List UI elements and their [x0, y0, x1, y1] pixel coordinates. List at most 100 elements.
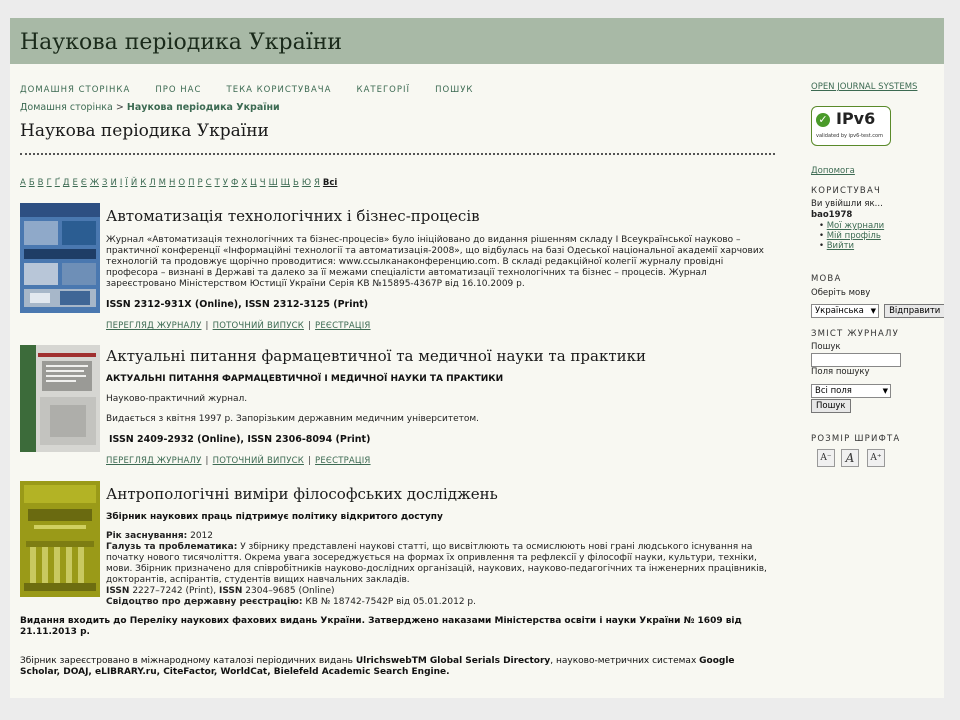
- journal-title[interactable]: Автоматизація технологічних і бізнес-про…: [106, 207, 776, 225]
- alphabet-letter[interactable]: Е: [73, 178, 78, 188]
- breadcrumb-home[interactable]: Домашня сторінка: [20, 102, 113, 113]
- alphabet-letter[interactable]: Щ: [281, 178, 290, 188]
- journal-line: Науково-практичний журнал.: [106, 394, 248, 404]
- alphabet-letter[interactable]: Є: [81, 178, 87, 188]
- ojs-link[interactable]: OPEN JOURNAL SYSTEMS: [811, 82, 917, 92]
- ojs-link-wrap: OPEN JOURNAL SYSTEMS: [811, 74, 917, 93]
- alphabet-letter[interactable]: Т: [215, 178, 220, 188]
- alphabet-letter[interactable]: Ш: [269, 178, 278, 188]
- alphabet-letter[interactable]: Б: [29, 178, 35, 188]
- top-nav: ДОМАШНЯ СТОРІНКА ПРО НАС ТЕКА КОРИСТУВАЧ…: [20, 77, 493, 96]
- founded-label: Рік заснування:: [106, 531, 188, 541]
- cert-value: КВ № 18742-7542Р від 05.01.2012 р.: [305, 597, 476, 607]
- alphabet-letter[interactable]: І: [120, 178, 123, 188]
- journal-body: Актуальні питання фармацевтичної та меди…: [106, 347, 776, 466]
- user-menu-item: • Мої журнали: [819, 221, 885, 231]
- footer-bold-text: UlrichswebTM Global Serials Directory: [355, 656, 551, 666]
- alphabet-letter[interactable]: Д: [63, 178, 70, 188]
- user-menu-item: • Вийти: [819, 241, 855, 251]
- journal-issn: ISSN 2312-931X (Online), ISSN 2312-3125 …: [106, 299, 369, 310]
- alphabet-letter[interactable]: Я: [314, 178, 320, 188]
- alphabet-letter[interactable]: З: [102, 178, 107, 188]
- alphabet-letter[interactable]: Н: [169, 178, 175, 188]
- journal-line: Видається з квітня 1997 р. Запорізьким д…: [106, 414, 479, 424]
- journal-description: Журнал «Автоматизація технологічних та б…: [106, 235, 765, 289]
- alphabet-all[interactable]: Всі: [323, 178, 337, 188]
- alphabet-letter[interactable]: М: [159, 178, 166, 188]
- footer-notice: Видання входить до Переліку наукових фах…: [20, 616, 742, 637]
- journal-cover-3[interactable]: [20, 481, 100, 597]
- language-submit-button[interactable]: Відправити: [884, 304, 944, 318]
- nav-user-home[interactable]: ТЕКА КОРИСТУВАЧА: [227, 85, 332, 95]
- alphabet-letter[interactable]: О: [178, 178, 185, 188]
- nav-categories[interactable]: КАТЕГОРІЇ: [357, 85, 410, 95]
- alphabet-letter[interactable]: Й: [131, 178, 137, 188]
- journal-subtitle: АКТУАЛЬНІ ПИТАННЯ ФАРМАЦЕВТИЧНОЇ І МЕДИЧ…: [106, 374, 504, 384]
- alphabet-letter[interactable]: Ю: [302, 178, 311, 188]
- font-default-icon[interactable]: A: [841, 449, 859, 467]
- alphabet-letter[interactable]: К: [140, 178, 146, 188]
- alphabet-letter[interactable]: Ф: [231, 178, 238, 188]
- issn-value: 2227–7242 (Print),: [132, 586, 217, 596]
- language-value: Українська: [815, 306, 864, 316]
- alphabet-letter[interactable]: Л: [149, 178, 155, 188]
- journal-issn: ISSN 2409-2932 (Online), ISSN 2306-8094 …: [109, 434, 371, 445]
- footer-registration: Збірник зареєстровано в міжнародному кат…: [20, 656, 775, 678]
- alphabet-letter[interactable]: Г: [47, 178, 52, 188]
- font-smaller-icon[interactable]: A⁻: [817, 449, 835, 467]
- language-select[interactable]: Українська ▼: [811, 304, 879, 318]
- alphabet-letter[interactable]: В: [38, 178, 44, 188]
- alphabet-letter[interactable]: Ц: [250, 178, 257, 188]
- alphabet-letter[interactable]: Ґ: [55, 178, 60, 188]
- alphabet-letter[interactable]: У: [223, 178, 228, 188]
- journal-title[interactable]: Актуальні питання фармацевтичної та меди…: [106, 347, 776, 365]
- ipv6-badge[interactable]: ✓ IPv6 validated by ipv6-test.com: [811, 106, 891, 146]
- logout-link[interactable]: Вийти: [827, 241, 854, 251]
- font-larger-icon[interactable]: A⁺: [867, 449, 885, 467]
- journal-details: Рік заснування: 2012 Галузь та проблемат…: [106, 531, 776, 608]
- choose-language-label: Оберіть мову: [811, 288, 871, 298]
- ipv6-label: IPv6: [836, 109, 876, 128]
- search-label: Пошук: [811, 342, 841, 352]
- my-journals-link[interactable]: Мої журнали: [827, 221, 884, 231]
- view-journal-link[interactable]: ПЕРЕГЛЯД ЖУРНАЛУ: [106, 456, 202, 466]
- journal-title[interactable]: Антропологічні виміри філософських дослі…: [106, 485, 776, 503]
- alphabet-letter[interactable]: А: [20, 178, 26, 188]
- nav-home[interactable]: ДОМАШНЯ СТОРІНКА: [20, 85, 130, 95]
- alphabet-letter[interactable]: И: [110, 178, 116, 188]
- link-separator: |: [205, 321, 209, 331]
- nav-about[interactable]: ПРО НАС: [155, 85, 201, 95]
- alphabet-letter[interactable]: Ь: [293, 178, 299, 188]
- nav-search[interactable]: ПОШУК: [435, 85, 473, 95]
- footer-text: , науково-метричних системах: [550, 656, 700, 666]
- page-title: Наукова періодика України: [20, 121, 269, 141]
- alphabet-letter[interactable]: Ї: [125, 178, 128, 188]
- search-button[interactable]: Пошук: [811, 399, 851, 413]
- alphabet-filter: А Б В Г Ґ Д Е Є Ж З И І Ї Й К Л М Н О П Р С Т У Ф Х Ц Ч Ш Щ Ь Ю Я Всі: [20, 178, 775, 188]
- language-form: Українська ▼ Відправити: [811, 298, 944, 318]
- journal-cover-2[interactable]: [20, 345, 100, 452]
- link-separator: |: [307, 321, 312, 331]
- founded-value: 2012: [190, 531, 214, 541]
- view-journal-link[interactable]: ПЕРЕГЛЯД ЖУРНАЛУ: [106, 321, 202, 331]
- alphabet-letter[interactable]: Р: [198, 178, 203, 188]
- alphabet-letter[interactable]: П: [188, 178, 194, 188]
- current-issue-link[interactable]: ПОТОЧНИЙ ВИПУСК: [213, 456, 304, 466]
- help-link[interactable]: Допомога: [811, 166, 855, 176]
- alphabet-letter[interactable]: Ч: [260, 178, 266, 188]
- chevron-down-icon: ▼: [882, 387, 888, 395]
- help-link-wrap: Допомога: [811, 158, 855, 177]
- link-separator: |: [205, 456, 209, 466]
- journal-content-heading: ЗМІСТ ЖУРНАЛУ: [811, 329, 899, 339]
- breadcrumb-current[interactable]: Наукова періодика України: [127, 102, 280, 113]
- alphabet-letter[interactable]: С: [206, 178, 212, 188]
- current-issue-link[interactable]: ПОТОЧНИЙ ВИПУСК: [213, 321, 304, 331]
- journal-cover-1[interactable]: [20, 203, 100, 313]
- search-input[interactable]: [811, 353, 901, 367]
- alphabet-letter[interactable]: Х: [241, 178, 247, 188]
- alphabet-letter[interactable]: Ж: [90, 178, 99, 188]
- my-profile-link[interactable]: Мій профіль: [827, 231, 881, 241]
- register-link[interactable]: РЕЄСТРАЦІЯ: [315, 456, 371, 466]
- site-header: Наукова періодика України: [10, 18, 944, 64]
- register-link[interactable]: РЕЄСТРАЦІЯ: [315, 321, 371, 331]
